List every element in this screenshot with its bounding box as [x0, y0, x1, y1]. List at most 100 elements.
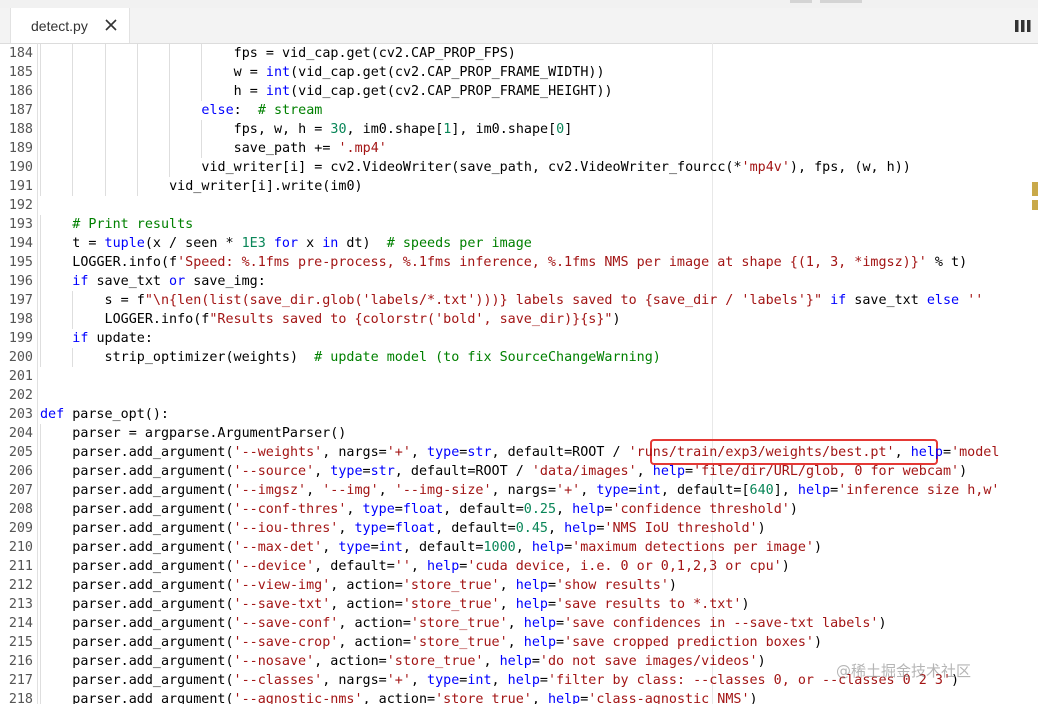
indent-guide [40, 253, 41, 272]
code-token: help [797, 483, 831, 498]
indent-guide [169, 120, 171, 139]
code-token: , [314, 464, 331, 479]
code-token: ), fps, (w, h)) [789, 160, 911, 175]
indent-guide [40, 462, 41, 481]
code-token: = [531, 654, 540, 669]
line-number: 208 [8, 502, 33, 517]
indent-guide [136, 63, 138, 82]
code-token: , [322, 540, 339, 555]
code-token: help [507, 673, 540, 688]
code-token: '--nosave' [233, 654, 315, 669]
code-token: help [572, 502, 605, 517]
indent-guide [40, 291, 41, 310]
code-editor[interactable]: 184 fps = vid_cap.get(cv2.CAP_PROP_FPS) 18… [0, 43, 1038, 704]
code-token: 'inference size h,w' [838, 483, 1000, 498]
code-token: ], [773, 483, 798, 498]
code-token: '--classes' [233, 673, 323, 688]
code-token: '--conf-thres' [233, 502, 347, 517]
code-token: '.mp4' [338, 141, 387, 156]
code-token: type [330, 464, 363, 479]
code-token: ) [757, 521, 766, 536]
code-token: # speeds per image [386, 236, 532, 251]
code-token: parse_opt(): [64, 407, 169, 422]
code-token: parser.add_argument( [72, 483, 234, 498]
code-token: float [394, 521, 436, 536]
code-text: parser.add_argument('--weights', nargs='… [72, 443, 999, 462]
indent-guide [40, 557, 41, 576]
code-token: , [346, 502, 363, 517]
line-number: 190 [8, 160, 33, 175]
code-token: parser.add_argument( [72, 616, 234, 631]
code-token: 'store_true' [386, 654, 484, 669]
editor-tab-bar: detect.py [0, 8, 1038, 44]
code-token: , [515, 540, 532, 555]
code-token: help [515, 597, 548, 612]
code-token: 'save cropped prediction boxes' [564, 635, 814, 650]
close-icon[interactable] [103, 17, 119, 33]
code-token: if [72, 331, 89, 346]
code-token: '--agnostic-nms' [233, 692, 363, 704]
code-token: ) [814, 635, 823, 650]
code-token: type [596, 483, 629, 498]
code-token: '--iou-thres' [233, 521, 339, 536]
line-number: 200 [8, 350, 33, 365]
code-text: LOGGER.info(f"Results saved to {colorstr… [105, 310, 621, 329]
code-token: : [233, 103, 258, 118]
code-token: s = f [104, 293, 145, 308]
code-token: 'model [951, 445, 1000, 460]
indent-guide [40, 443, 41, 462]
indent-guide [201, 139, 203, 158]
code-token: 'class-agnostic NMS' [588, 692, 750, 704]
code-token: type [362, 502, 395, 517]
indent-guide [40, 177, 41, 196]
code-token: ) [741, 597, 750, 612]
code-token: , [410, 445, 428, 460]
indent-guide [40, 82, 41, 101]
code-token: , [507, 616, 524, 631]
code-token: save_img: [185, 274, 266, 289]
code-token: 1000 [483, 540, 516, 555]
code-text: if update: [72, 329, 153, 348]
code-token: , [483, 654, 500, 669]
code-token: , [499, 597, 516, 612]
line-number: 189 [8, 141, 33, 156]
indent-guide [40, 424, 41, 443]
indent-guide [136, 101, 138, 120]
code-token: ) [612, 312, 621, 327]
split-editor-icon[interactable] [1014, 17, 1032, 35]
code-token: # update model (to fix SourceChangeWarni… [314, 350, 661, 365]
code-token: parser.add_argument( [72, 692, 234, 704]
indent-guide [72, 348, 74, 367]
code-token: ) [781, 559, 790, 574]
code-token: parser.add_argument( [72, 521, 234, 536]
code-token: '--weights' [233, 445, 323, 460]
indent-guide [136, 82, 138, 101]
code-token: , [547, 521, 565, 536]
code-text: def parse_opt(): [40, 405, 169, 424]
line-number: 203 [8, 407, 33, 422]
code-token: '--device' [233, 559, 315, 574]
scrollbar-marker [1032, 182, 1038, 196]
code-token: parser.add_argument( [72, 578, 234, 593]
line-number: 213 [8, 597, 33, 612]
indent-guide [40, 652, 41, 671]
indent-guide [40, 158, 41, 177]
code-token: help [564, 521, 597, 536]
line-number: 206 [8, 464, 33, 479]
code-token: , im0.shape[ [346, 122, 444, 137]
top-strip-mark [790, 0, 812, 3]
indent-guide [104, 44, 106, 63]
code-text: w = int(vid_cap.get(cv2.CAP_PROP_FRAME_W… [234, 63, 605, 82]
indent-guide [72, 82, 74, 101]
code-text: parser.add_argument('--save-crop', actio… [72, 633, 822, 652]
line-number: 196 [8, 274, 33, 289]
code-token: , action= [362, 692, 436, 704]
code-token: , [894, 445, 911, 460]
indent-guide [136, 120, 138, 139]
code-token: '--img' [322, 483, 379, 498]
line-number: 211 [8, 559, 33, 574]
indent-guide [201, 63, 203, 82]
code-token: , [580, 483, 597, 498]
tab-detect-py[interactable]: detect.py [10, 8, 130, 43]
line-number: 216 [8, 654, 33, 669]
